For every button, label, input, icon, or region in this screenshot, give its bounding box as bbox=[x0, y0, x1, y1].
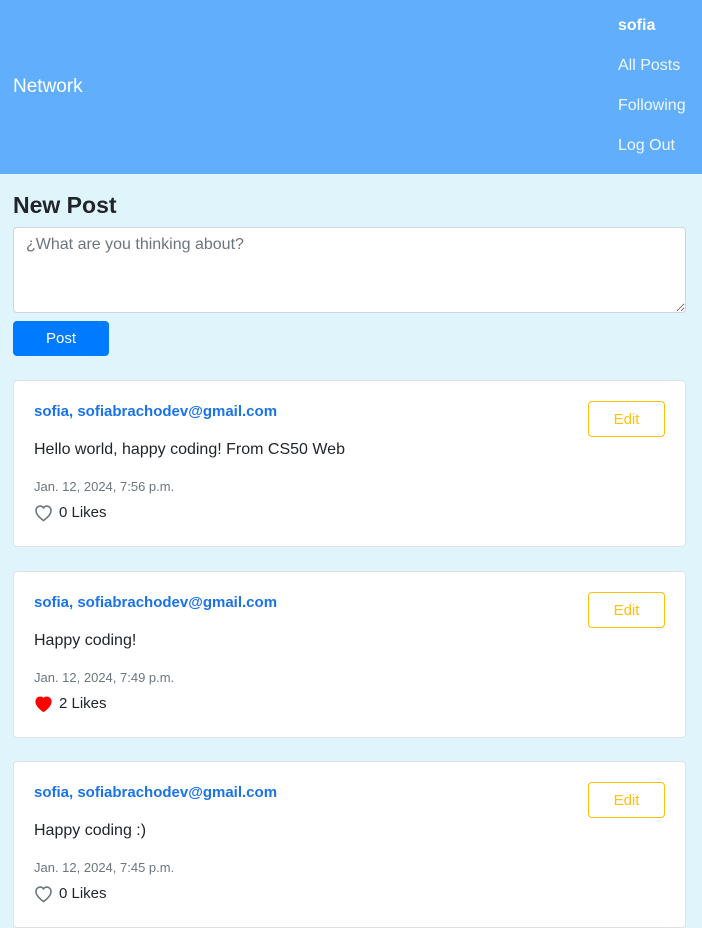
post-card: sofia, sofiabrachodev@gmail.com Edit Hel… bbox=[13, 380, 686, 547]
post-content: Happy coding! bbox=[34, 632, 137, 649]
new-post-textarea[interactable] bbox=[13, 227, 686, 313]
navbar: Network sofia All Posts Following Log Ou… bbox=[0, 0, 702, 174]
likes-count: 2 Likes bbox=[59, 695, 107, 712]
new-post-title: New Post bbox=[13, 192, 117, 218]
nav-menu: sofia All Posts Following Log Out bbox=[618, 14, 686, 174]
heart-outline-icon[interactable] bbox=[34, 885, 53, 903]
likes-count: 0 Likes bbox=[59, 885, 107, 902]
likes-count: 0 Likes bbox=[59, 504, 107, 521]
post-card: sofia, sofiabrachodev@gmail.com Edit Hap… bbox=[13, 571, 686, 738]
brand-link[interactable]: Network bbox=[13, 75, 83, 99]
edit-button[interactable]: Edit bbox=[588, 401, 665, 437]
likes-row: 0 Likes bbox=[34, 883, 107, 905]
post-author-link[interactable]: sofia, sofiabrachodev@gmail.com bbox=[34, 593, 277, 613]
nav-user-profile[interactable]: sofia bbox=[618, 14, 686, 54]
likes-row: 0 Likes bbox=[34, 502, 107, 524]
post-card: sofia, sofiabrachodev@gmail.com Edit Hap… bbox=[13, 761, 686, 928]
post-submit-button[interactable]: Post bbox=[13, 321, 109, 356]
post-content: Happy coding :) bbox=[34, 822, 147, 839]
post-content: Hello world, happy coding! From CS50 Web bbox=[34, 441, 345, 458]
post-author-link[interactable]: sofia, sofiabrachodev@gmail.com bbox=[34, 783, 277, 803]
post-date: Jan. 12, 2024, 7:56 p.m. bbox=[34, 479, 175, 494]
edit-button[interactable]: Edit bbox=[588, 592, 665, 628]
nav-following[interactable]: Following bbox=[618, 94, 686, 134]
post-date: Jan. 12, 2024, 7:45 p.m. bbox=[34, 860, 175, 875]
heart-outline-icon[interactable] bbox=[34, 504, 53, 522]
nav-all-posts[interactable]: All Posts bbox=[618, 54, 686, 94]
post-date: Jan. 12, 2024, 7:49 p.m. bbox=[34, 670, 175, 685]
post-author-link[interactable]: sofia, sofiabrachodev@gmail.com bbox=[34, 402, 277, 422]
heart-filled-icon[interactable] bbox=[34, 695, 53, 713]
edit-button[interactable]: Edit bbox=[588, 782, 665, 818]
nav-log-out[interactable]: Log Out bbox=[618, 134, 686, 174]
likes-row: 2 Likes bbox=[34, 693, 107, 715]
